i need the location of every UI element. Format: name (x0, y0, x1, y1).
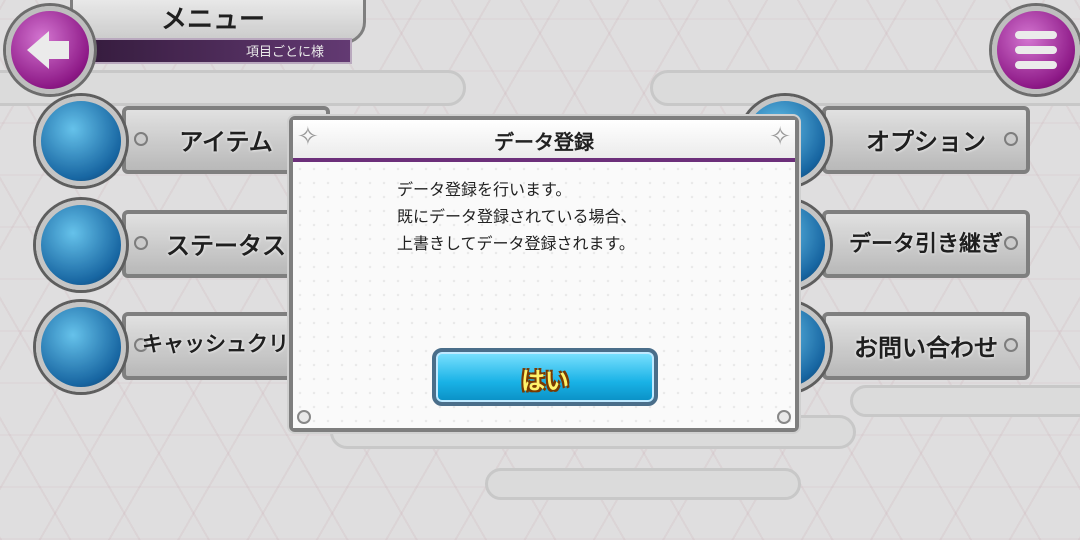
dialog-message-line: 既にデータ登録されている場合、 (397, 207, 637, 226)
dialog-title: データ登録 (494, 130, 594, 154)
dialog-message: データ登録を行います。 既にデータ登録されている場合、 上書きしてデータ登録され… (397, 176, 637, 257)
screw-icon (297, 410, 311, 424)
dialog-message-line: 上書きしてデータ登録されます。 (397, 234, 635, 253)
confirm-button-label: はい (521, 367, 569, 395)
confirm-button[interactable]: はい (432, 348, 658, 406)
dialog-header: データ登録 ✧ ✧ (293, 120, 795, 162)
screw-icon (777, 410, 791, 424)
dialog-message-line: データ登録を行います。 (397, 180, 572, 199)
ornament-icon: ✧ (297, 122, 319, 152)
data-registration-dialog: データ登録 ✧ ✧ データ登録を行います。 既にデータ登録されている場合、 上書… (289, 116, 799, 432)
ornament-icon: ✧ (769, 122, 791, 152)
